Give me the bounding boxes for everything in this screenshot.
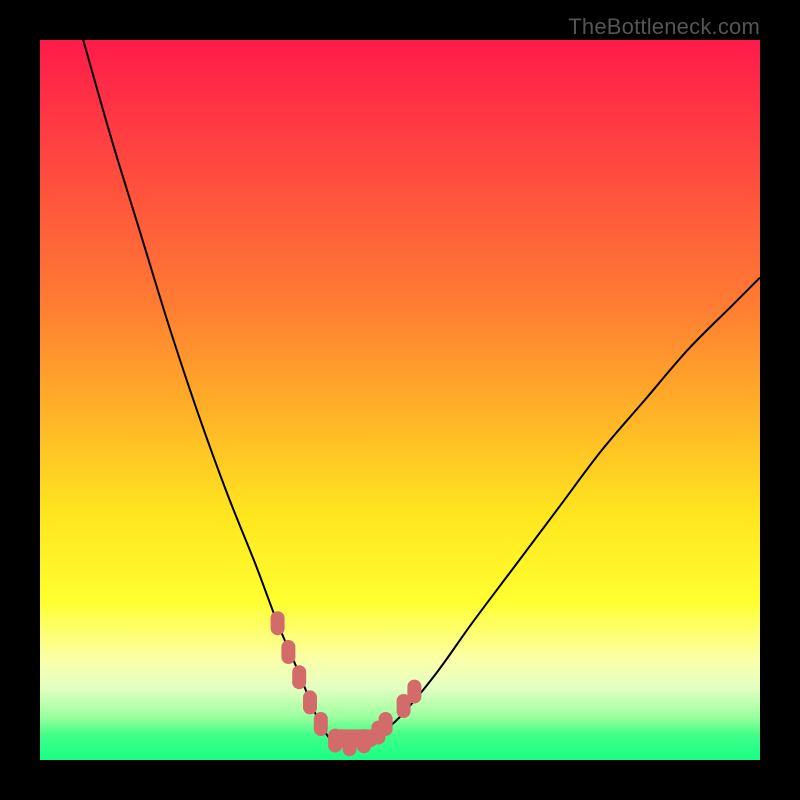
curve-marker <box>407 680 421 704</box>
curve-marker <box>303 690 317 714</box>
chart-frame: TheBottleneck.com <box>0 0 800 800</box>
curve-marker <box>292 665 306 689</box>
bottleneck-curve <box>83 40 760 746</box>
bottleneck-chart <box>40 40 760 760</box>
optimal-band <box>328 729 378 747</box>
curve-marker <box>379 712 393 736</box>
curve-marker <box>314 712 328 736</box>
curve-marker <box>281 640 295 664</box>
curve-marker <box>271 611 285 635</box>
watermark-text: TheBottleneck.com <box>568 14 760 40</box>
plot-area <box>40 40 760 760</box>
